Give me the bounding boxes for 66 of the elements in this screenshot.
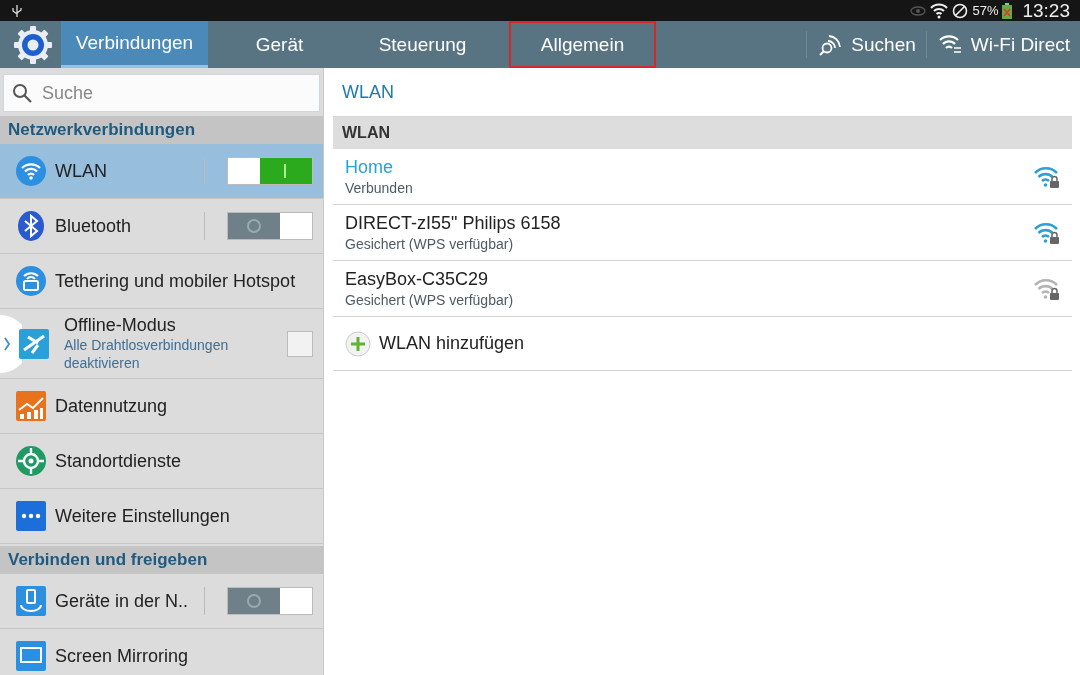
sidebar-item[interactable]: Offline-Modus Alle Drahtlosverbindungen deaktivieren bbox=[0, 309, 323, 379]
wifi-direct-button[interactable]: Wi-Fi Direct bbox=[926, 21, 1080, 68]
network-name: DIRECT-zI55" Philips 6158 bbox=[345, 213, 562, 234]
battery-percent: 57% bbox=[972, 3, 999, 18]
more-icon bbox=[15, 500, 47, 532]
network-status: Gesichert (WPS verfügbar) bbox=[345, 292, 515, 308]
network-status: Verbunden bbox=[345, 180, 414, 196]
sidebar-item[interactable]: Datennutzung bbox=[0, 379, 323, 434]
gear-icon bbox=[13, 24, 53, 65]
tab[interactable]: Verbindungen bbox=[61, 21, 208, 68]
sidebar-item[interactable]: Standortdienste bbox=[0, 434, 323, 489]
network-name: Home bbox=[345, 157, 394, 178]
screen-icon bbox=[15, 640, 47, 672]
bluetooth-icon bbox=[15, 210, 47, 242]
tab[interactable]: Allgemein bbox=[509, 21, 656, 68]
drawer-handle-icon bbox=[0, 314, 22, 373]
sidebar-item[interactable]: Screen Mirroring bbox=[0, 629, 323, 675]
sidebar-item[interactable]: Tethering und mobiler Hotspot bbox=[0, 254, 323, 309]
battery-icon bbox=[1002, 2, 1013, 19]
search-button[interactable]: Suchen bbox=[807, 21, 926, 68]
item-label: Offline-Modus bbox=[64, 315, 177, 336]
tab[interactable]: Steuerung bbox=[351, 21, 494, 68]
item-label: Geräte in der N.. bbox=[55, 590, 190, 612]
phone-icon bbox=[15, 585, 47, 617]
search-field[interactable]: Suche bbox=[3, 74, 320, 112]
checkbox[interactable] bbox=[287, 330, 313, 357]
item-subtitle: Alle Drahtlosverbindungen deaktivieren bbox=[64, 336, 230, 372]
item-label: Standortdienste bbox=[55, 450, 183, 472]
network-item[interactable]: EasyBox-C35C29 Gesichert (WPS verfügbar) bbox=[333, 261, 1072, 317]
section-header: Netzwerkverbindungen bbox=[0, 116, 323, 144]
sidebar-item[interactable]: Geräte in der N.. bbox=[0, 574, 323, 629]
plus-icon bbox=[345, 330, 371, 357]
search-icon bbox=[819, 32, 844, 57]
item-label: Weitere Einstellungen bbox=[55, 505, 231, 527]
sidebar-item[interactable]: Weitere Einstellungen bbox=[0, 489, 323, 544]
item-label: Bluetooth bbox=[55, 215, 133, 237]
add-network-label: WLAN hinzufügen bbox=[379, 333, 525, 354]
wifi-icon bbox=[15, 155, 47, 187]
item-label: Screen Mirroring bbox=[55, 645, 190, 667]
clock-time: 13:23 bbox=[1022, 0, 1070, 22]
sidebar-item[interactable]: Bluetooth bbox=[0, 199, 323, 254]
toggle-switch[interactable] bbox=[227, 157, 313, 185]
toggle-switch[interactable] bbox=[227, 212, 313, 240]
search-icon bbox=[12, 83, 32, 103]
hotspot-icon bbox=[15, 265, 47, 297]
usb-icon bbox=[12, 3, 22, 18]
network-item[interactable]: Home Verbunden bbox=[333, 149, 1072, 205]
no-sign-icon bbox=[952, 2, 969, 19]
item-label: Tethering und mobiler Hotspot bbox=[55, 270, 297, 292]
add-network-item[interactable]: WLAN hinzufügen bbox=[333, 317, 1072, 371]
sidebar-item[interactable]: WLAN bbox=[0, 144, 323, 199]
airplane-icon bbox=[18, 327, 50, 360]
item-label: Datennutzung bbox=[55, 395, 169, 417]
item-label: WLAN bbox=[55, 160, 108, 182]
tab[interactable]: Gerät bbox=[208, 21, 351, 68]
network-name: EasyBox-C35C29 bbox=[345, 269, 490, 290]
wifi-icon bbox=[930, 2, 949, 19]
section-header: Verbinden und freigeben bbox=[0, 546, 323, 574]
section-header: WLAN bbox=[333, 117, 1072, 149]
search-input[interactable]: Suche bbox=[40, 81, 294, 105]
network-item[interactable]: DIRECT-zI55" Philips 6158 Gesichert (WPS verfügbar) bbox=[333, 205, 1072, 261]
location-icon bbox=[15, 445, 47, 477]
eye-icon bbox=[910, 5, 927, 16]
chart-icon bbox=[15, 390, 47, 422]
toggle-switch[interactable] bbox=[227, 587, 313, 615]
network-status: Gesichert (WPS verfügbar) bbox=[345, 236, 515, 252]
